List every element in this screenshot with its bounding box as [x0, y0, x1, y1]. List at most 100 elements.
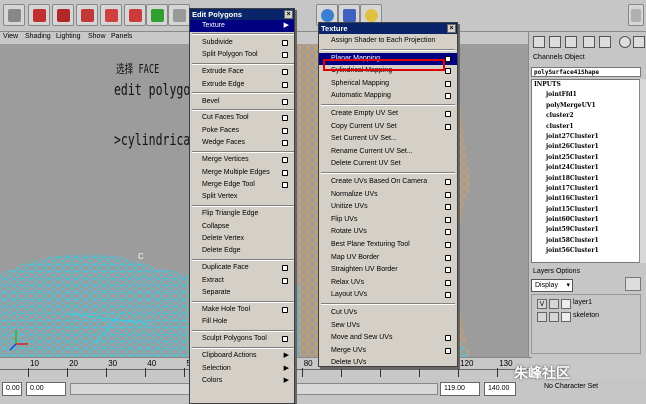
layer-color-swatch[interactable]	[561, 299, 571, 309]
close-icon[interactable]: ×	[447, 24, 456, 33]
option-box-icon[interactable]	[445, 279, 451, 286]
input-item[interactable]: joint17Cluster1	[532, 184, 640, 194]
menu-item-selection[interactable]: Selection ▶	[190, 363, 294, 375]
menu-item-separate[interactable]: Separate	[190, 287, 294, 299]
menu-item-create-uvs-based-on-camera[interactable]: Create UVs Based On Camera	[319, 176, 457, 188]
input-item[interactable]: joint26Cluster1	[532, 142, 640, 152]
layer-template-toggle[interactable]	[549, 312, 559, 322]
menu-item-duplicate-face[interactable]: Duplicate Face	[190, 262, 294, 274]
menu-item-subdivide[interactable]: Subdivide	[190, 37, 294, 49]
menu-item-bevel[interactable]: Bevel	[190, 96, 294, 108]
option-box-icon[interactable]	[282, 98, 288, 105]
end-time-field[interactable]: 140.00	[484, 382, 516, 396]
option-box-icon[interactable]	[445, 111, 451, 117]
menu-item-merge-edge-tool[interactable]: Merge Edge Tool	[190, 179, 294, 191]
menu-item-normalize-uvs[interactable]: Normalize UVs	[319, 189, 457, 201]
menu-item-delete-current-uv-set[interactable]: Delete Current UV Set	[319, 158, 457, 170]
input-item[interactable]: joint24Cluster1	[532, 163, 640, 173]
layer-color-swatch[interactable]	[561, 312, 571, 322]
option-box-icon[interactable]	[445, 68, 451, 75]
layer-row[interactable]: skeleton	[534, 312, 640, 323]
menu-item-map-uv-border[interactable]: Map UV Border	[319, 252, 457, 264]
menu-item-rename-current-uv-set[interactable]: Rename Current UV Set...	[319, 146, 457, 158]
menu-view[interactable]: View	[3, 33, 18, 40]
playback-end-field[interactable]: 119.00	[440, 382, 480, 396]
start-time-field[interactable]: 0.00	[2, 382, 22, 396]
layer-template-toggle[interactable]	[549, 299, 559, 309]
menu-shading[interactable]: Shading	[25, 33, 51, 40]
menu-show[interactable]: Show	[88, 33, 106, 40]
playback-start-field[interactable]: 0.00	[26, 382, 66, 396]
menu-item-poke-faces[interactable]: Poke Faces	[190, 125, 294, 137]
option-box-icon[interactable]	[282, 39, 288, 46]
input-item[interactable]: cluster1	[532, 122, 640, 132]
option-box-icon[interactable]	[282, 336, 288, 343]
menu-item-layout-uvs[interactable]: Layout UVs	[319, 289, 457, 301]
option-box-icon[interactable]	[445, 242, 451, 248]
channel-box-node-name[interactable]: polySurface41Shape	[531, 67, 641, 77]
menu-item-merge-multiple-edges[interactable]: Merge Multiple Edges	[190, 167, 294, 179]
layer-refresh-icon[interactable]	[625, 277, 641, 291]
option-box-icon[interactable]	[445, 267, 451, 274]
menu-item-extrude-edge[interactable]: Extrude Edge	[190, 79, 294, 91]
menu-item-create-empty-uv-set[interactable]: Create Empty UV Set	[319, 108, 457, 120]
option-box-icon[interactable]	[445, 80, 451, 87]
menu-item-delete-uvs[interactable]: Delete UVs	[319, 357, 457, 369]
option-box-icon[interactable]	[445, 292, 451, 299]
close-icon[interactable]: ×	[284, 10, 293, 19]
menu-item-flip-triangle-edge[interactable]: Flip Triangle Edge	[190, 208, 294, 220]
option-box-icon[interactable]	[282, 69, 288, 76]
input-item[interactable]: joint60Cluster1	[532, 215, 640, 225]
option-box-icon[interactable]	[445, 204, 451, 211]
texture-submenu-title[interactable]: Texture ×	[319, 23, 457, 34]
option-box-icon[interactable]	[445, 347, 451, 354]
lasso-tool-icon[interactable]	[28, 4, 50, 26]
menu-item-cut-faces-tool[interactable]: Cut Faces Tool	[190, 112, 294, 124]
tool-settings-icon[interactable]	[565, 36, 577, 48]
menu-item-copy-current-uv-set[interactable]: Copy Current UV Set	[319, 121, 457, 133]
menu-item-delete-edge[interactable]: Delete Edge	[190, 245, 294, 257]
menu-item-rotate-uvs[interactable]: Rotate UVs	[319, 226, 457, 238]
menu-item-split-vertex[interactable]: Split Vertex	[190, 191, 294, 203]
menu-item-assign-shader-to-each-projection[interactable]: Assign Shader to Each Projection	[319, 35, 457, 47]
layer-visibility-toggle[interactable]	[537, 312, 547, 322]
layer-visibility-toggle[interactable]: V	[537, 299, 547, 309]
menu-item-set-current-uv-set[interactable]: Set Current UV Set...	[319, 133, 457, 145]
menu-item-make-hole-tool[interactable]: Make Hole Tool	[190, 304, 294, 316]
option-box-icon[interactable]	[282, 307, 288, 313]
menu-item-best-plane-texturing-tool[interactable]: Best Plane Texturing Tool	[319, 239, 457, 251]
character-set-label[interactable]: No Character Set	[544, 383, 598, 390]
option-box-icon[interactable]	[282, 181, 288, 188]
panel-toggle-icon[interactable]	[628, 4, 644, 26]
menu-item-extrude-face[interactable]: Extrude Face	[190, 66, 294, 78]
menu-item-unitize-uvs[interactable]: Unitize UVs	[319, 201, 457, 213]
menu-item-relax-uvs[interactable]: Relax UVs	[319, 277, 457, 289]
option-box-icon[interactable]	[282, 157, 288, 164]
option-box-icon[interactable]	[282, 115, 288, 122]
option-box-icon[interactable]	[282, 169, 288, 176]
option-box-icon[interactable]	[445, 335, 451, 342]
input-item[interactable]: joint16Cluster1	[532, 194, 640, 204]
menu-item-move-and-sew-uvs[interactable]: Move and Sew UVs	[319, 332, 457, 344]
rotate-tool-icon[interactable]	[100, 4, 122, 26]
menu-item-merge-vertices[interactable]: Merge Vertices	[190, 154, 294, 166]
menu-item-delete-vertex[interactable]: Delete Vertex	[190, 233, 294, 245]
option-box-icon[interactable]	[445, 123, 451, 130]
option-box-icon[interactable]	[282, 127, 288, 134]
channels-object-tabs[interactable]: Channels Object	[533, 54, 585, 61]
menu-item-straighten-uv-border[interactable]: Straighten UV Border	[319, 264, 457, 276]
menu-item-fill-hole[interactable]: Fill Hole	[190, 316, 294, 328]
menu-item-sculpt-polygons-tool[interactable]: Sculpt Polygons Tool	[190, 333, 294, 345]
layout-single-icon[interactable]	[583, 36, 595, 48]
close-panel-icon[interactable]	[633, 36, 645, 48]
option-box-icon[interactable]	[282, 265, 288, 272]
option-box-icon[interactable]	[282, 140, 288, 147]
option-box-icon[interactable]	[445, 93, 451, 100]
input-item[interactable]: joint27Cluster1	[532, 132, 640, 142]
input-item[interactable]: joint15Cluster1	[532, 205, 640, 215]
channel-box-scrollbar[interactable]	[639, 79, 646, 263]
input-item[interactable]: jointFfd1	[532, 90, 640, 100]
scale-tool-icon[interactable]	[124, 4, 146, 26]
menu-item-merge-uvs[interactable]: Merge UVs	[319, 345, 457, 357]
option-box-icon[interactable]	[445, 229, 451, 236]
